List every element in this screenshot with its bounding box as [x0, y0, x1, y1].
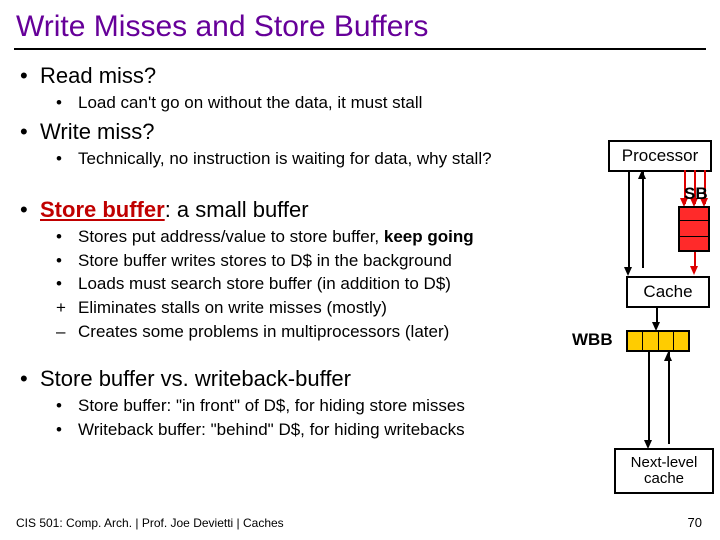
sb-label: SB [684, 184, 708, 204]
bullet-sb2: Store buffer writes stores to D$ in the … [78, 251, 452, 270]
bullet-read-miss: Read miss? [40, 63, 156, 88]
page-number: 70 [688, 515, 702, 530]
processor-box: Processor [608, 140, 712, 172]
bullet-write-miss: Write miss? [40, 119, 155, 144]
bullet-sb-vs-wb-sub2: Writeback buffer: "behind" D$, for hidin… [78, 420, 465, 439]
bullet-sb1a: Stores put address/value to store buffer… [78, 227, 384, 246]
footer-text: CIS 501: Comp. Arch. | Prof. Joe Deviett… [16, 516, 284, 530]
diagram: Processor SB Cache WBB [608, 140, 712, 500]
bullet-sb-vs-wb-sub1: Store buffer: "in front" of D$, for hidi… [78, 396, 465, 415]
bullet-sb5: Creates some problems in multiprocessors… [78, 322, 449, 341]
bullet-sb-vs-wb: Store buffer vs. writeback-buffer [40, 366, 351, 391]
bullet-sb3: Loads must search store buffer (in addit… [78, 274, 451, 293]
cache-box: Cache [626, 276, 710, 308]
wbb-label: WBB [572, 330, 613, 350]
bullet-sb4: Eliminates stalls on write misses (mostl… [78, 298, 387, 317]
bullet-store-buffer-rest: : a small buffer [165, 197, 309, 222]
writeback-buffer-box [626, 330, 690, 352]
next-level-cache-box: Next-level cache [614, 448, 714, 494]
bullet-sb1b: keep going [384, 227, 474, 246]
bullet-store-buffer-label: Store buffer [40, 197, 165, 222]
slide-title: Write Misses and Store Buffers [0, 0, 720, 48]
bullet-write-miss-sub: Technically, no instruction is waiting f… [78, 149, 492, 168]
bullet-read-miss-sub: Load can't go on without the data, it mu… [78, 93, 422, 112]
